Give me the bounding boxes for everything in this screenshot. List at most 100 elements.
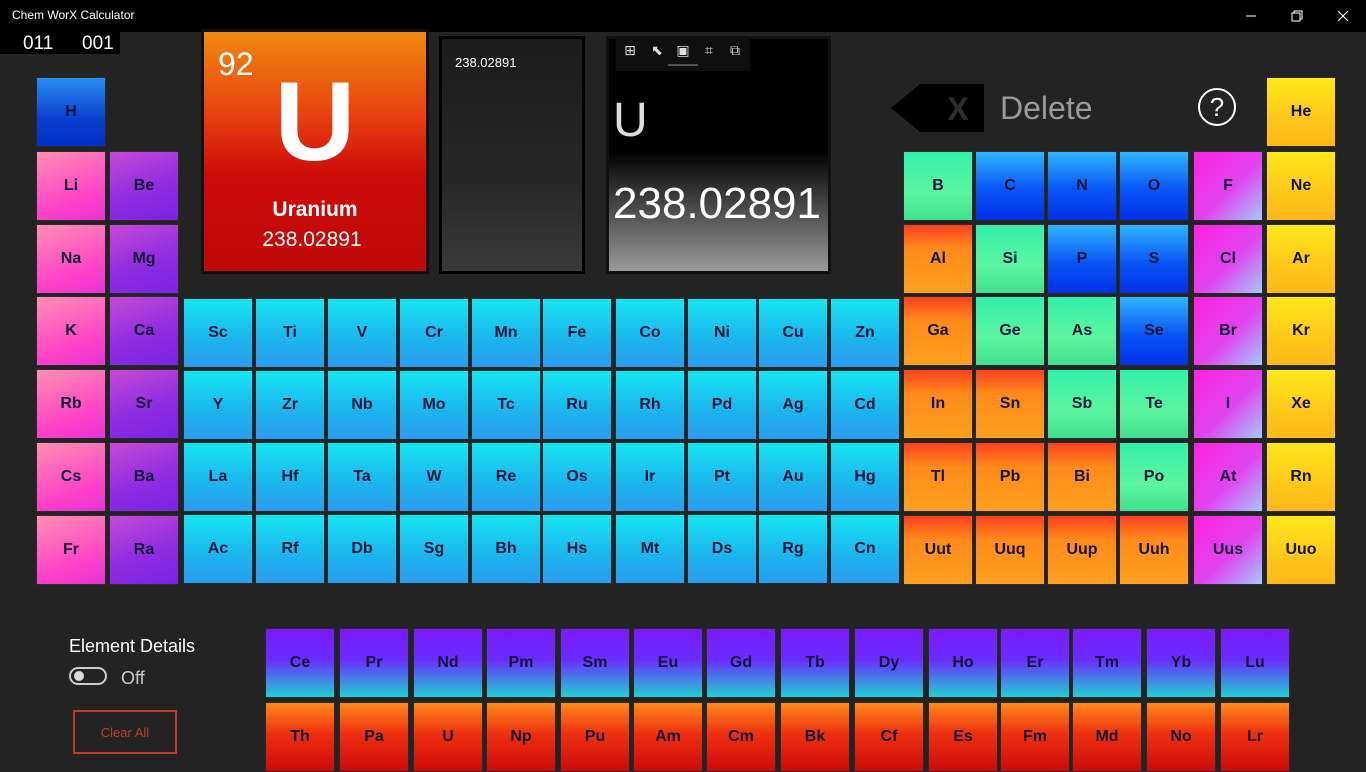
select-pointer-icon[interactable]: ⬉ <box>647 40 667 60</box>
element-Be[interactable]: Be <box>109 151 179 221</box>
element-Ge[interactable]: Ge <box>975 296 1045 366</box>
element-K[interactable]: K <box>36 296 106 366</box>
element-Y[interactable]: Y <box>183 370 253 440</box>
element-Pa[interactable]: Pa <box>339 702 409 772</box>
element-B[interactable]: B <box>903 151 973 221</box>
element-U[interactable]: U <box>413 702 483 772</box>
element-Br[interactable]: Br <box>1193 296 1263 366</box>
element-Kr[interactable]: Kr <box>1266 296 1336 366</box>
element-Sn[interactable]: Sn <box>975 369 1045 439</box>
element-Dy[interactable]: Dy <box>854 628 924 698</box>
element-Cn[interactable]: Cn <box>830 514 900 584</box>
help-button[interactable]: ? <box>1198 88 1236 126</box>
element-Pt[interactable]: Pt <box>687 442 757 512</box>
element-Hs[interactable]: Hs <box>542 514 612 584</box>
element-Zn[interactable]: Zn <box>830 298 900 368</box>
element-Co[interactable]: Co <box>615 298 685 368</box>
element-Ne[interactable]: Ne <box>1266 151 1336 221</box>
element-At[interactable]: At <box>1193 442 1263 512</box>
element-Cf[interactable]: Cf <box>854 702 924 772</box>
element-Ca[interactable]: Ca <box>109 296 179 366</box>
element-Es[interactable]: Es <box>928 702 998 772</box>
element-He[interactable]: He <box>1266 77 1336 147</box>
element-Lr[interactable]: Lr <box>1220 702 1290 772</box>
element-Ce[interactable]: Ce <box>265 628 335 698</box>
element-Bh[interactable]: Bh <box>471 514 541 584</box>
element-Md[interactable]: Md <box>1072 702 1142 772</box>
element-Sc[interactable]: Sc <box>183 298 253 368</box>
element-Ti[interactable]: Ti <box>255 298 325 368</box>
element-Mn[interactable]: Mn <box>471 298 541 368</box>
element-Sr[interactable]: Sr <box>109 369 179 439</box>
element-Re[interactable]: Re <box>471 442 541 512</box>
element-Nd[interactable]: Nd <box>413 628 483 698</box>
element-Cl[interactable]: Cl <box>1193 224 1263 294</box>
delete-button[interactable]: X Delete <box>888 82 1098 134</box>
element-Cu[interactable]: Cu <box>758 298 828 368</box>
element-Np[interactable]: Np <box>486 702 556 772</box>
element-Sb[interactable]: Sb <box>1047 369 1117 439</box>
element-Cm[interactable]: Cm <box>706 702 776 772</box>
element-Pu[interactable]: Pu <box>560 702 630 772</box>
element-S[interactable]: S <box>1119 224 1189 294</box>
element-Ra[interactable]: Ra <box>109 515 179 585</box>
element-Rn[interactable]: Rn <box>1266 442 1336 512</box>
close-button[interactable] <box>1320 0 1366 32</box>
element-Au[interactable]: Au <box>758 442 828 512</box>
element-Ni[interactable]: Ni <box>687 298 757 368</box>
element-Ru[interactable]: Ru <box>542 370 612 440</box>
element-Bi[interactable]: Bi <box>1047 442 1117 512</box>
element-Pm[interactable]: Pm <box>486 628 556 698</box>
element-Uus[interactable]: Uus <box>1193 515 1263 585</box>
element-Tm[interactable]: Tm <box>1072 628 1142 698</box>
element-Cr[interactable]: Cr <box>399 298 469 368</box>
element-Rb[interactable]: Rb <box>36 369 106 439</box>
element-H[interactable]: H <box>36 77 106 147</box>
element-details-toggle[interactable] <box>69 667 107 685</box>
element-Uut[interactable]: Uut <box>903 515 973 585</box>
element-Db[interactable]: Db <box>327 514 397 584</box>
element-Ta[interactable]: Ta <box>327 442 397 512</box>
element-Os[interactable]: Os <box>542 442 612 512</box>
element-Ag[interactable]: Ag <box>758 370 828 440</box>
element-In[interactable]: In <box>903 369 973 439</box>
add-region-icon[interactable]: ⊞ <box>620 40 640 60</box>
element-Xe[interactable]: Xe <box>1266 369 1336 439</box>
element-Ir[interactable]: Ir <box>615 442 685 512</box>
element-W[interactable]: W <box>399 442 469 512</box>
element-Sg[interactable]: Sg <box>399 514 469 584</box>
element-Ho[interactable]: Ho <box>928 628 998 698</box>
element-Er[interactable]: Er <box>1000 628 1070 698</box>
frame-icon[interactable]: ▣ <box>673 40 693 60</box>
element-Tc[interactable]: Tc <box>471 370 541 440</box>
element-Sm[interactable]: Sm <box>560 628 630 698</box>
clear-all-button[interactable]: Clear All <box>73 710 177 754</box>
element-Uuo[interactable]: Uuo <box>1266 515 1336 585</box>
element-Hg[interactable]: Hg <box>830 442 900 512</box>
element-Fe[interactable]: Fe <box>542 298 612 368</box>
element-Rh[interactable]: Rh <box>615 370 685 440</box>
element-Eu[interactable]: Eu <box>633 628 703 698</box>
element-Bk[interactable]: Bk <box>780 702 850 772</box>
element-Uuq[interactable]: Uuq <box>975 515 1045 585</box>
element-As[interactable]: As <box>1047 296 1117 366</box>
element-Hf[interactable]: Hf <box>255 442 325 512</box>
element-Pd[interactable]: Pd <box>687 370 757 440</box>
element-Ac[interactable]: Ac <box>183 514 253 584</box>
element-Po[interactable]: Po <box>1119 442 1189 512</box>
element-Am[interactable]: Am <box>633 702 703 772</box>
element-Si[interactable]: Si <box>975 224 1045 294</box>
element-Li[interactable]: Li <box>36 151 106 221</box>
element-Nb[interactable]: Nb <box>327 370 397 440</box>
element-Mo[interactable]: Mo <box>399 370 469 440</box>
element-Mg[interactable]: Mg <box>109 224 179 294</box>
element-Al[interactable]: Al <box>903 224 973 294</box>
element-La[interactable]: La <box>183 442 253 512</box>
element-Te[interactable]: Te <box>1119 369 1189 439</box>
element-N[interactable]: N <box>1047 151 1117 221</box>
element-Cs[interactable]: Cs <box>36 442 106 512</box>
element-Tl[interactable]: Tl <box>903 442 973 512</box>
element-Cd[interactable]: Cd <box>830 370 900 440</box>
element-Rg[interactable]: Rg <box>758 514 828 584</box>
element-Pr[interactable]: Pr <box>339 628 409 698</box>
